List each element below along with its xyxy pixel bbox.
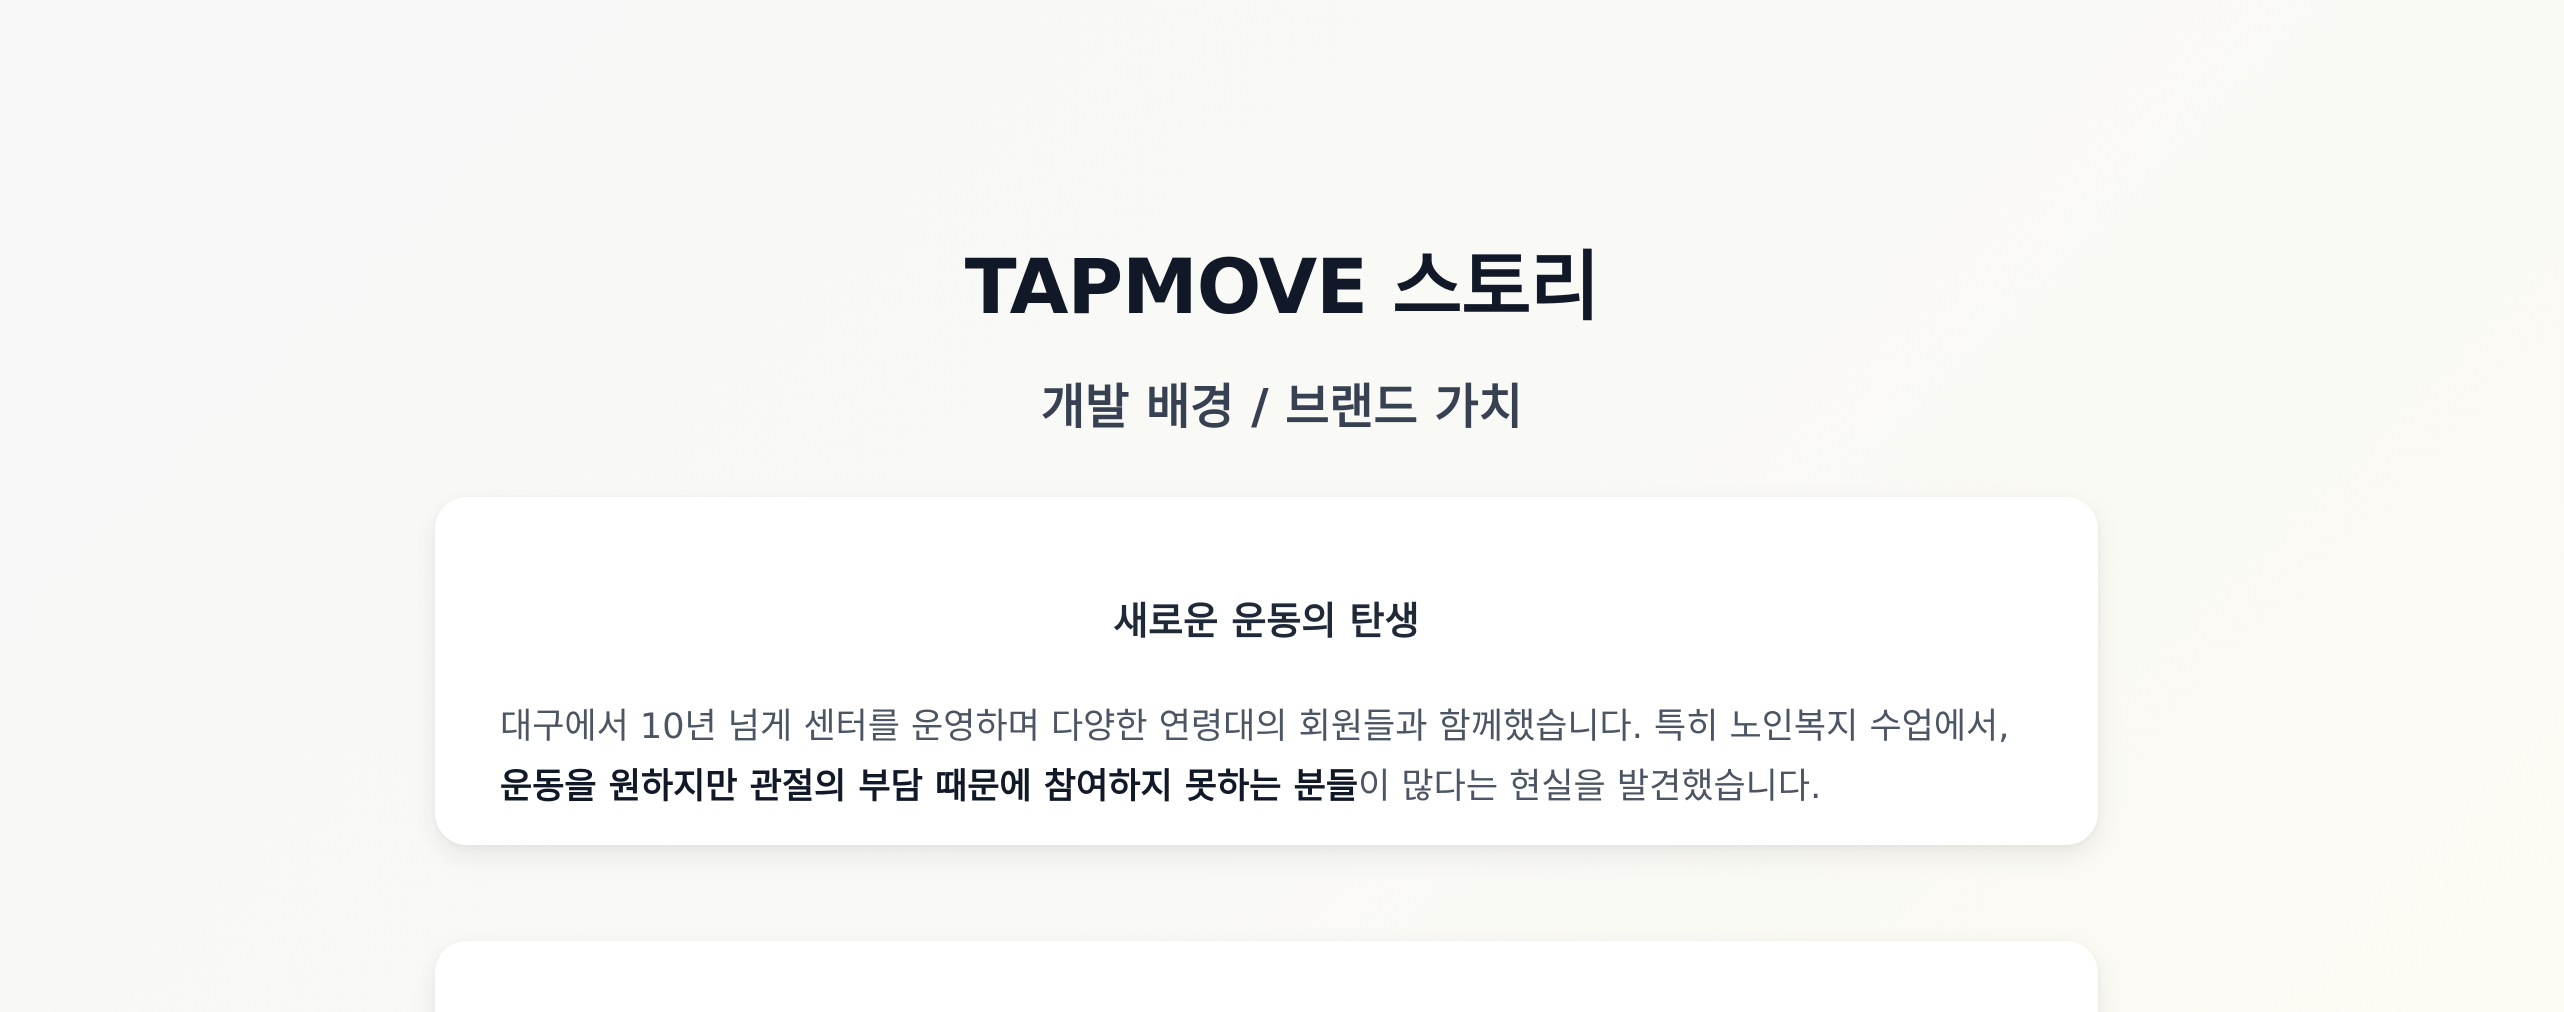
card-body-text: 대구에서 10년 넘게 센터를 운영하며 다양한 연령대의 회원들과 함께했습니… (500, 697, 2038, 817)
story-card-birth: 새로운 운동의 탄생 대구에서 10년 넘게 센터를 운영하며 다양한 연령대의… (435, 497, 2098, 845)
card-body-line-2-rest: 이 많다는 현실을 발견했습니다. (1358, 767, 1822, 807)
highlight-text: 운동을 원하지만 관절의 부담 때문에 참여하지 못하는 분들 (500, 767, 1359, 807)
story-card-next (435, 941, 2098, 1012)
card-body-line-2: 운동을 원하지만 관절의 부담 때문에 참여하지 못하는 분들이 많다는 현실을… (500, 757, 2038, 817)
page-subtitle: 개발 배경 / 브랜드 가치 (1041, 378, 1523, 435)
card-heading: 새로운 운동의 탄생 (1113, 599, 1420, 643)
page-title: TAPMOVE 스토리 (964, 241, 1601, 331)
card-body-line-1: 대구에서 10년 넘게 센터를 운영하며 다양한 연령대의 회원들과 함께했습니… (500, 707, 2010, 747)
